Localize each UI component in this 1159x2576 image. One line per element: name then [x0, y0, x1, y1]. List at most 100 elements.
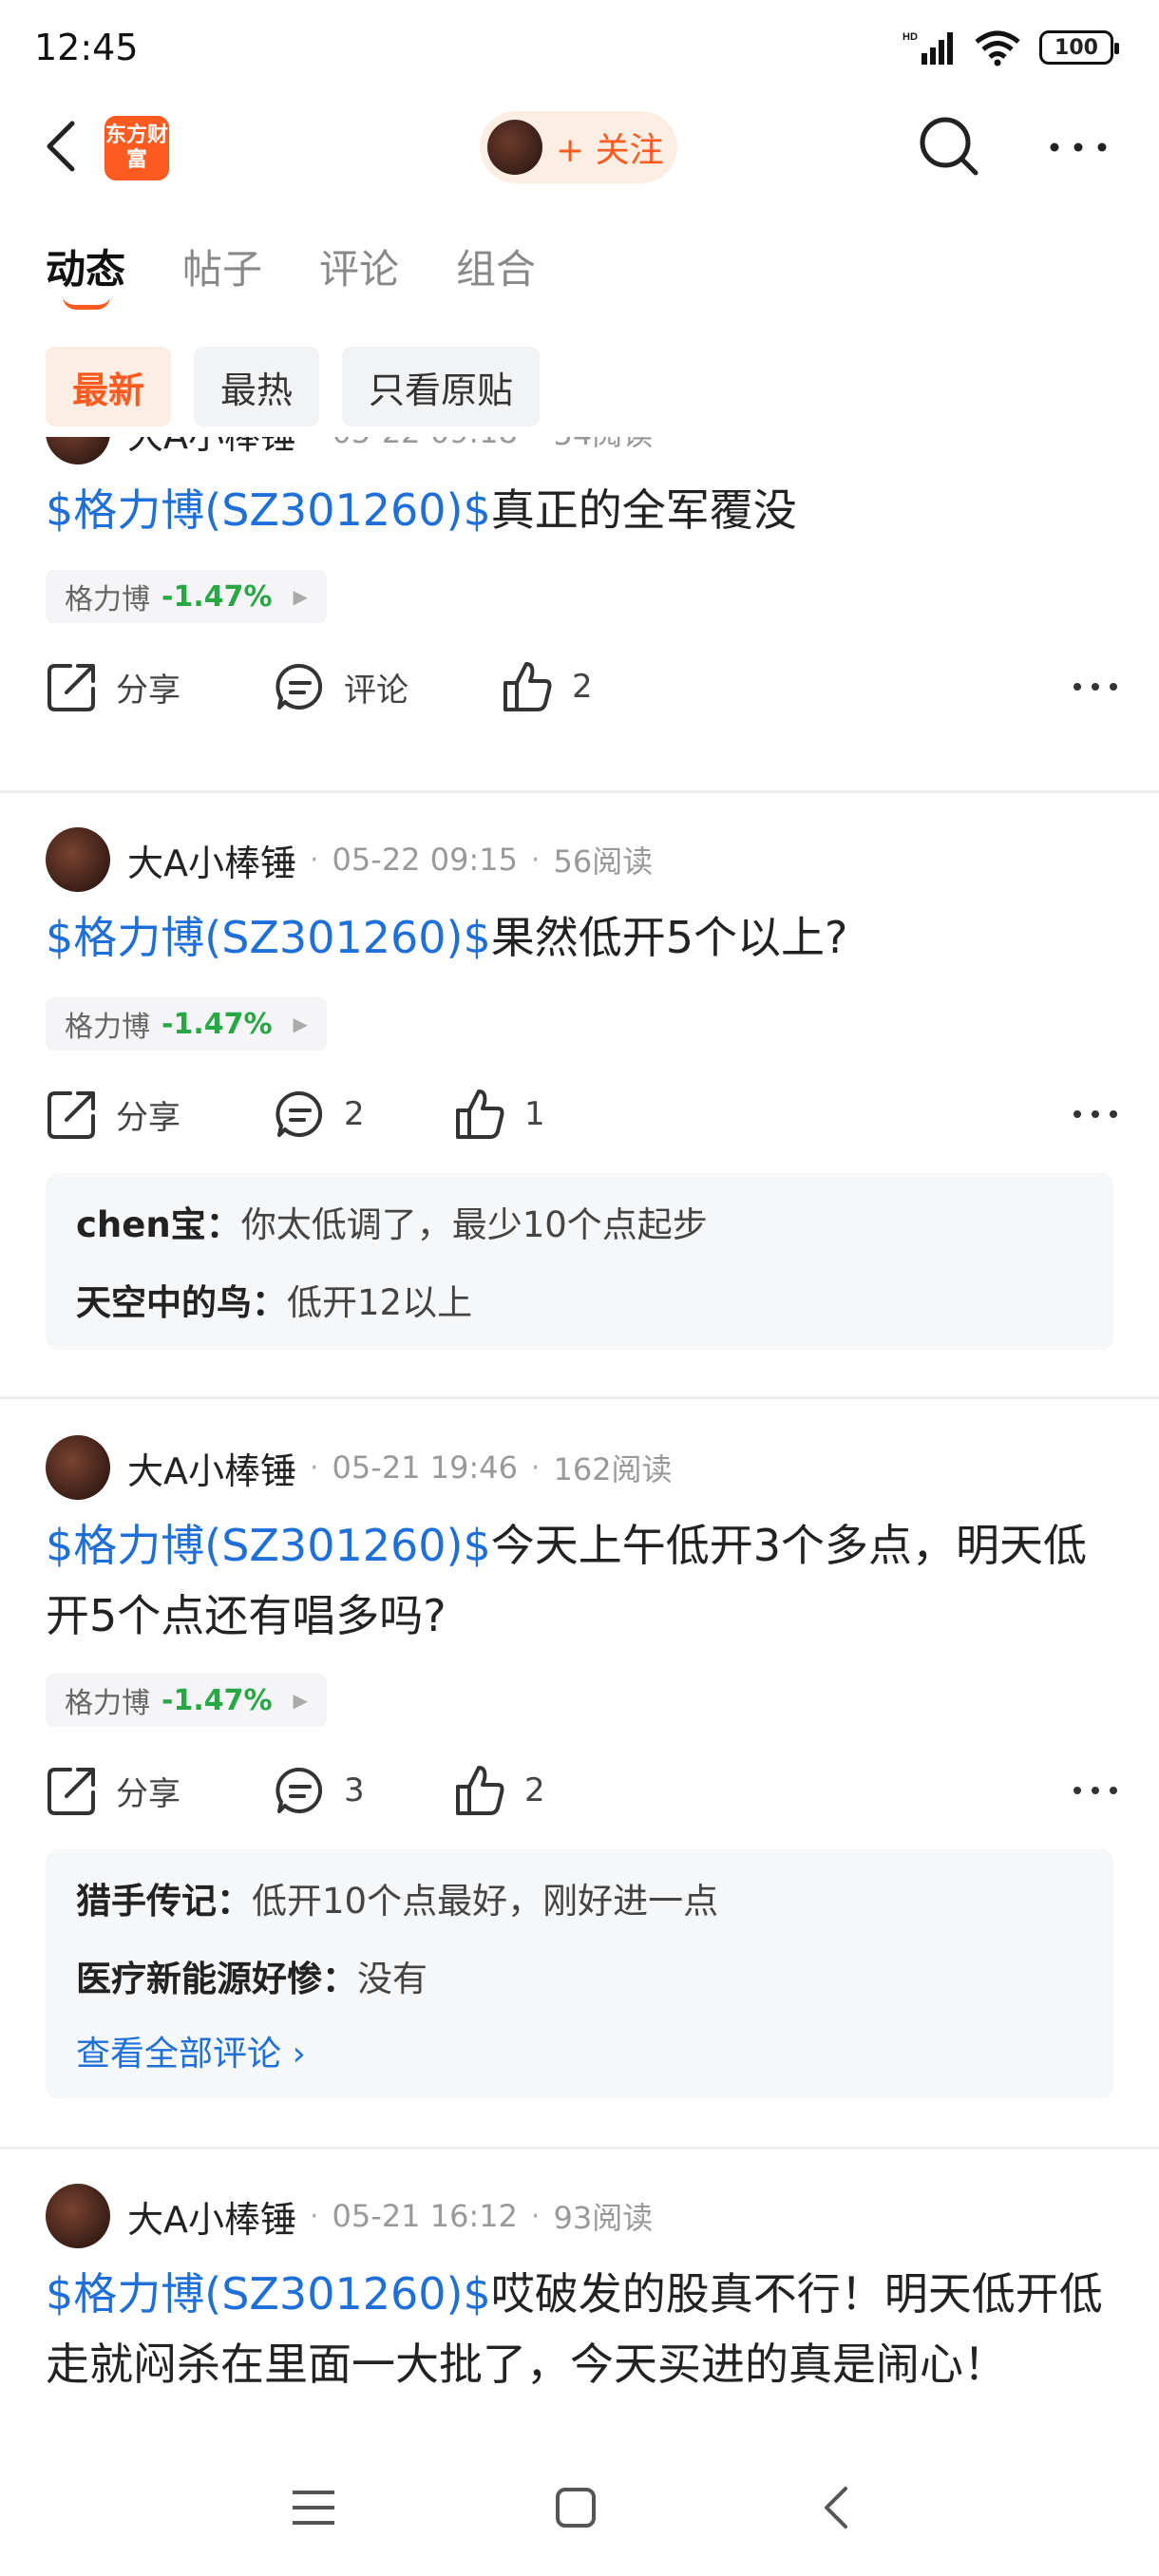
post-more-button[interactable] — [1072, 1081, 1119, 1147]
profile-tabs: 动态 帖子 评论 组合 — [46, 237, 536, 310]
filter-latest[interactable]: 最新 — [46, 347, 172, 426]
meta-separator: · — [310, 843, 319, 877]
read-count: 93阅读 — [553, 2200, 654, 2236]
comment-button[interactable]: 2 — [274, 1081, 365, 1147]
commenter-name[interactable]: 天空中的鸟： — [76, 1282, 287, 1323]
tab-label: 评论 — [319, 246, 400, 293]
comment-text: 你太低调了，最少10个点起步 — [240, 1204, 708, 1245]
comment-preview[interactable]: 猎手传记：低开10个点最好，刚好进一点 医疗新能源好惨：没有 查看全部评论 › — [46, 1849, 1113, 2098]
tab-portfolio[interactable]: 组合 — [456, 237, 536, 295]
comment-button[interactable]: 评论 — [274, 653, 408, 720]
signal-icon: HD — [902, 31, 953, 65]
post-divider — [0, 1396, 1159, 1399]
comment-text: 没有 — [357, 1959, 428, 1999]
post-actions: 分享 评论 2 — [46, 653, 1119, 720]
triangle-right-icon: ▶ — [293, 1013, 308, 1035]
system-back-button[interactable] — [809, 2479, 866, 2536]
post-time: 05-22 09:15 — [332, 842, 518, 878]
chevron-left-icon — [825, 2487, 847, 2529]
comment-count: 3 — [344, 1771, 365, 1809]
read-count: 56阅读 — [553, 843, 654, 880]
like-button[interactable]: 2 — [502, 653, 593, 720]
author-name[interactable]: 大A小棒锤 — [127, 2190, 296, 2243]
stock-link[interactable]: $格力博(SZ301260)$ — [46, 1520, 491, 1571]
post-card[interactable]: 大A小棒锤 · 05-21 16:12 · 93阅读 $格力博(SZ301260… — [0, 2183, 1159, 2441]
comment-item: chen宝：你太低调了，最少10个点起步 — [76, 1186, 1083, 1264]
thumbs-up-icon — [456, 1089, 504, 1139]
like-button[interactable]: 1 — [454, 1081, 545, 1147]
meta-separator: · — [530, 843, 541, 877]
stock-tag-name: 格力博 — [65, 1011, 150, 1044]
more-button[interactable] — [1045, 114, 1112, 180]
recents-button[interactable] — [285, 2479, 342, 2536]
avatar[interactable] — [46, 1435, 110, 1500]
author-name[interactable]: 大A小棒锤 — [127, 834, 296, 886]
stock-link[interactable]: $格力博(SZ301260)$ — [46, 912, 491, 963]
avatar[interactable] — [46, 827, 110, 892]
share-label: 分享 — [116, 671, 180, 710]
commenter-name[interactable]: 猎手传记： — [76, 1881, 252, 1922]
stock-link[interactable]: $格力博(SZ301260)$ — [46, 484, 491, 536]
search-button[interactable] — [917, 114, 983, 180]
post-feed: 大A小棒锤 · 05-22 09:18 · 54阅读 $格力博(SZ301260… — [0, 437, 1159, 2441]
meta-separator: · — [530, 2199, 541, 2233]
post-content[interactable]: $格力博(SZ301260)$果然低开5个以上? — [46, 902, 1119, 973]
post-card[interactable]: 大A小棒锤 · 05-22 09:18 · 54阅读 $格力博(SZ301260… — [0, 437, 1159, 779]
stock-tag[interactable]: 格力博 -1.47% ▶ — [46, 997, 327, 1051]
tab-active-indicator — [63, 296, 110, 310]
post-more-button[interactable] — [1072, 653, 1119, 720]
post-actions: 分享 2 1 — [46, 1081, 1119, 1147]
share-button[interactable]: 分享 — [46, 1757, 180, 1824]
tab-label: 动态 — [46, 246, 126, 293]
commenter-name[interactable]: 医疗新能源好惨： — [76, 1959, 357, 1999]
filter-original-only[interactable]: 只看原贴 — [342, 347, 541, 426]
post-content[interactable]: $格力博(SZ301260)$真正的全军覆没 — [46, 475, 1119, 545]
more-dots-icon — [1074, 1787, 1117, 1794]
post-time: 05-21 16:12 — [332, 2198, 518, 2234]
stock-link[interactable]: $格力博(SZ301260)$ — [46, 2268, 491, 2320]
like-button[interactable]: 2 — [454, 1757, 545, 1824]
post-card[interactable]: 大A小棒锤 · 05-21 19:46 · 162阅读 $格力博(SZ30126… — [0, 1434, 1159, 2147]
stock-tag[interactable]: 格力博 -1.47% ▶ — [46, 1674, 327, 1727]
comment-text: 低开12以上 — [287, 1282, 473, 1323]
follow-button[interactable]: + 关注 — [480, 111, 677, 183]
menu-icon — [293, 2491, 334, 2525]
post-content[interactable]: $格力博(SZ301260)$哎破发的股真不行！明天低开低走就闷杀在里面一大批了… — [46, 2259, 1119, 2399]
comment-count: 评论 — [344, 671, 408, 710]
avatar[interactable] — [46, 437, 110, 464]
meta-separator: · — [531, 437, 541, 449]
post-more-button[interactable] — [1072, 1757, 1119, 1824]
comment-icon — [276, 1767, 323, 1813]
tab-posts[interactable]: 帖子 — [182, 237, 262, 295]
more-dots-icon — [1074, 683, 1117, 691]
more-dots-icon — [1050, 142, 1107, 152]
comment-button[interactable]: 3 — [274, 1757, 365, 1824]
tab-comments[interactable]: 评论 — [319, 237, 399, 295]
thumbs-up-icon — [504, 662, 552, 711]
back-button[interactable] — [38, 116, 91, 177]
search-icon — [920, 117, 978, 176]
author-name[interactable]: 大A小棒锤 — [127, 437, 296, 459]
author-name[interactable]: 大A小棒锤 — [127, 1442, 296, 1494]
avatar[interactable] — [46, 2184, 110, 2248]
triangle-right-icon: ▶ — [293, 585, 308, 608]
comment-item: 医疗新能源好惨：没有 — [76, 1941, 1083, 2018]
comment-text: 低开10个点最好，刚好进一点 — [252, 1881, 719, 1922]
post-divider — [0, 2147, 1159, 2150]
commenter-name[interactable]: chen宝： — [76, 1204, 241, 1245]
post-actions: 分享 3 2 — [46, 1757, 1119, 1824]
avatar — [487, 120, 542, 175]
comment-item: 猎手传记：低开10个点最好，刚好进一点 — [76, 1863, 1083, 1941]
tab-dynamic[interactable]: 动态 — [46, 237, 126, 310]
share-button[interactable]: 分享 — [46, 1081, 180, 1147]
home-button[interactable] — [547, 2479, 604, 2536]
comment-preview[interactable]: chen宝：你太低调了，最少10个点起步 天空中的鸟：低开12以上 — [46, 1173, 1113, 1350]
view-all-comments-link[interactable]: 查看全部评论 › — [76, 2018, 1083, 2091]
filter-hottest[interactable]: 最热 — [194, 347, 320, 426]
triangle-right-icon: ▶ — [293, 1689, 308, 1712]
stock-tag[interactable]: 格力博 -1.47% ▶ — [46, 570, 327, 623]
share-button[interactable]: 分享 — [46, 653, 180, 720]
read-count: 162阅读 — [553, 1451, 673, 1487]
post-card[interactable]: 大A小棒锤 · 05-22 09:15 · 56阅读 $格力博(SZ301260… — [0, 826, 1159, 1358]
post-content[interactable]: $格力博(SZ301260)$今天上午低开3个多点，明天低开5个点还有唱多吗? — [46, 1510, 1119, 1651]
